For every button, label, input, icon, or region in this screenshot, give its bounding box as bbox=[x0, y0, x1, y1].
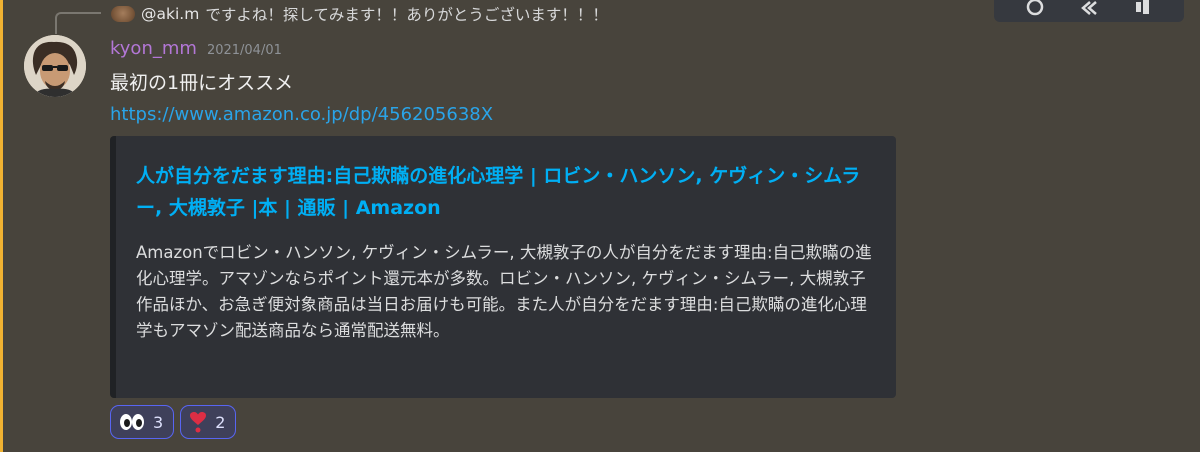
avatar[interactable] bbox=[24, 35, 86, 97]
reply-author[interactable]: @aki.m bbox=[141, 5, 199, 23]
embed-description: Amazonでロビン・ハンソン, ケヴィン・シムラー, 大槻敦子の人が自分をだま… bbox=[136, 243, 872, 340]
reaction-count: 2 bbox=[215, 412, 226, 432]
message-header: kyon_mm 2021/04/01 bbox=[110, 38, 282, 59]
reply-avatar[interactable] bbox=[111, 6, 135, 22]
username[interactable]: kyon_mm bbox=[110, 38, 197, 59]
reactions: 3 2 bbox=[110, 405, 237, 439]
reply-icon[interactable] bbox=[1078, 0, 1100, 18]
refresh-icon[interactable] bbox=[1024, 0, 1046, 18]
message-toolbar bbox=[994, 0, 1184, 22]
embed-title[interactable]: 人が自分をだます理由:自己欺瞞の進化心理学 | ロビン・ハンソン, ケヴィン・シ… bbox=[136, 160, 880, 224]
link-embed: 人が自分をだます理由:自己欺瞞の進化心理学 | ロビン・ハンソン, ケヴィン・シ… bbox=[110, 136, 896, 398]
reply-preview[interactable]: @aki.m ですよね！探してみます！！ありがとうございます！！！ bbox=[111, 2, 608, 26]
heart-exclamation-icon bbox=[189, 411, 207, 433]
more-icon[interactable] bbox=[1132, 0, 1154, 18]
timestamp[interactable]: 2021/04/01 bbox=[207, 43, 282, 58]
message-content: 最初の1冊にオススメ bbox=[110, 72, 294, 94]
reply-connector bbox=[55, 12, 101, 34]
eyes-icon bbox=[119, 413, 145, 431]
message-link[interactable]: https://www.amazon.co.jp/dp/456205638X bbox=[110, 104, 493, 125]
reply-text[interactable]: ですよね！探してみます！！ありがとうございます！！！ bbox=[205, 3, 608, 25]
reaction-heart-exclamation[interactable]: 2 bbox=[180, 405, 237, 439]
message-container: @aki.m ですよね！探してみます！！ありがとうございます！！！ kyon_m… bbox=[0, 0, 1200, 452]
reaction-eyes[interactable]: 3 bbox=[110, 405, 175, 439]
reaction-count: 3 bbox=[153, 412, 164, 432]
